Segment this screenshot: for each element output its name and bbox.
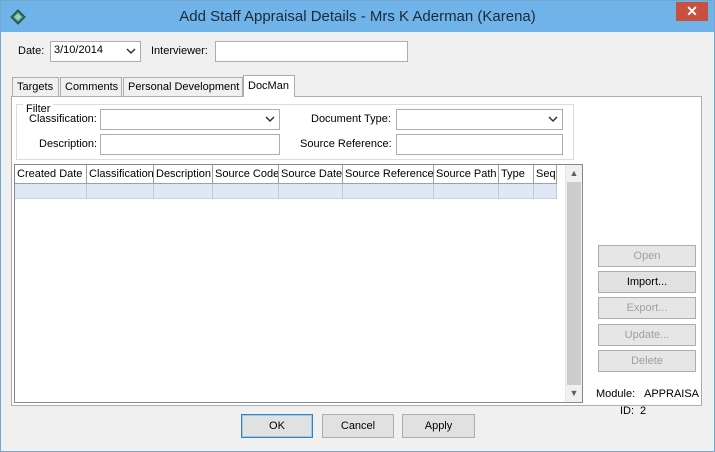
cancel-button[interactable]: Cancel — [322, 414, 394, 438]
chevron-down-icon[interactable] — [125, 45, 137, 57]
source-reference-field[interactable] — [396, 134, 563, 155]
delete-button[interactable]: Delete — [598, 350, 696, 372]
vertical-scrollbar[interactable]: ▲ ▼ — [565, 165, 582, 402]
row-cell — [154, 184, 213, 199]
id-label: ID: — [620, 405, 635, 417]
row-cell — [499, 184, 534, 199]
ok-button[interactable]: OK — [241, 414, 313, 438]
chevron-down-icon[interactable] — [264, 113, 276, 125]
classification-select[interactable] — [100, 109, 280, 130]
row-cell — [434, 184, 499, 199]
update-button[interactable]: Update... — [598, 324, 696, 346]
export-button[interactable]: Export... — [598, 297, 696, 319]
module-label: Module: — [596, 388, 636, 400]
tab-personal-development[interactable]: Personal Development — [123, 77, 243, 96]
col-source-date[interactable]: Source Date — [279, 165, 343, 184]
close-icon: ✕ — [686, 3, 698, 19]
chevron-down-icon[interactable] — [547, 113, 559, 125]
scrollbar-thumb[interactable] — [567, 182, 581, 385]
document-type-select[interactable] — [396, 109, 563, 130]
scroll-up-icon[interactable]: ▲ — [566, 165, 582, 182]
scroll-down-icon[interactable]: ▼ — [566, 385, 582, 402]
date-picker[interactable]: 3/10/2014 — [50, 41, 141, 62]
module-value: APPRAISA — [644, 388, 700, 400]
date-value: 3/10/2014 — [54, 44, 103, 56]
tab-docman[interactable]: DocMan — [243, 75, 295, 97]
apply-button[interactable]: Apply — [402, 414, 475, 438]
date-label: Date: — [18, 45, 45, 57]
col-source-path[interactable]: Source Path — [434, 165, 499, 184]
row-cell — [343, 184, 434, 199]
import-button[interactable]: Import... — [598, 271, 696, 293]
description-field[interactable] — [100, 134, 280, 155]
tab-targets[interactable]: Targets — [12, 77, 59, 96]
col-classification[interactable]: Classification — [87, 165, 154, 184]
classification-label: Classification: — [29, 113, 97, 125]
window-title: Add Staff Appraisal Details - Mrs K Ader… — [179, 8, 536, 25]
col-type[interactable]: Type — [499, 165, 534, 184]
open-button[interactable]: Open — [598, 245, 696, 267]
row-cell — [279, 184, 343, 199]
col-source-code[interactable]: Source Code — [213, 165, 279, 184]
row-cell — [213, 184, 279, 199]
source-reference-label: Source Reference: — [300, 138, 392, 150]
row-cell — [15, 184, 87, 199]
row-cell — [87, 184, 154, 199]
col-created-date[interactable]: Created Date — [15, 165, 87, 184]
id-value: 2 — [640, 405, 647, 417]
docman-tab-panel: Filter Classification: Document Type: De… — [11, 96, 702, 417]
title-bar[interactable]: Add Staff Appraisal Details - Mrs K Ader… — [1, 1, 714, 32]
table-row[interactable] — [15, 184, 557, 199]
col-seq[interactable]: Seq — [534, 165, 557, 184]
dialog-body: Date: 3/10/2014 Interviewer: Targets Com… — [8, 32, 707, 445]
interviewer-label: Interviewer: — [151, 45, 208, 57]
interviewer-field[interactable] — [215, 41, 408, 62]
close-button[interactable]: ✕ — [676, 2, 708, 21]
col-description[interactable]: Description — [154, 165, 213, 184]
tab-comments[interactable]: Comments — [60, 77, 122, 96]
dialog-window: Add Staff Appraisal Details - Mrs K Ader… — [0, 0, 715, 452]
row-cell — [534, 184, 557, 199]
documents-grid[interactable]: Created Date Classification Description … — [14, 164, 583, 403]
description-label: Description: — [39, 138, 98, 150]
document-type-label: Document Type: — [311, 113, 391, 125]
col-source-reference[interactable]: Source Reference — [343, 165, 434, 184]
